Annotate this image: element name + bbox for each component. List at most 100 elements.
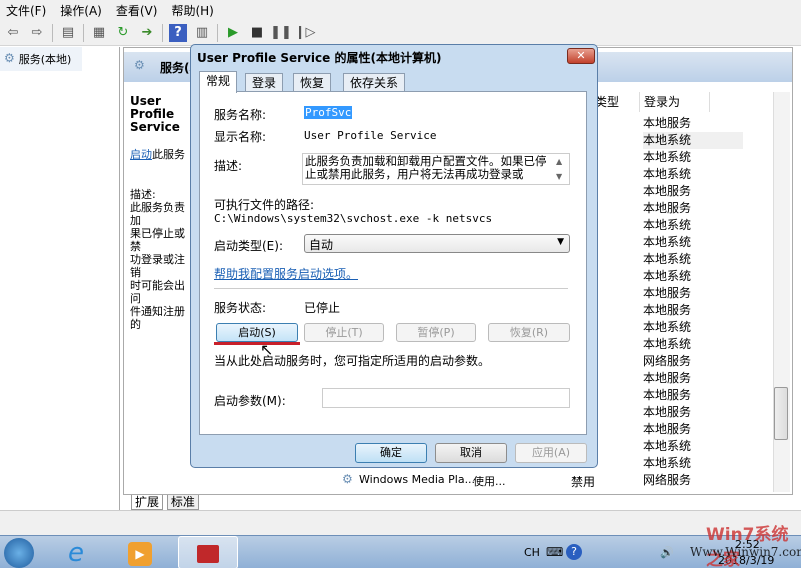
logon-cell[interactable]: 本地系统 xyxy=(643,149,743,166)
logon-cell[interactable]: 本地服务 xyxy=(643,183,743,200)
desc-line: 功登录或注销 xyxy=(130,253,185,279)
volume-icon[interactable]: 🔊 xyxy=(660,546,674,559)
start-button[interactable] xyxy=(4,538,34,568)
ie-icon[interactable]: e xyxy=(68,538,84,568)
properties-icon[interactable]: ▦ xyxy=(90,24,108,42)
tab-dependencies[interactable]: 依存关系 xyxy=(343,73,406,92)
pause-button[interactable]: 暂停(P) xyxy=(396,323,476,342)
logon-cell[interactable]: 网络服务 xyxy=(643,353,743,370)
logon-cell[interactable]: 本地系统 xyxy=(643,319,743,336)
logon-cell[interactable]: 本地服务 xyxy=(643,370,743,387)
logon-cell[interactable]: 本地系统 xyxy=(643,251,743,268)
service-title: User Profile Service xyxy=(130,94,180,134)
start-params-label: 启动参数(M): xyxy=(214,394,286,408)
highlight-underline xyxy=(214,342,300,345)
menu-file[interactable]: 文件(F) xyxy=(6,2,46,19)
path-value: C:\Windows\system32\svchost.exe -k netsv… xyxy=(214,212,493,225)
menu-action[interactable]: 操作(A) xyxy=(60,2,102,19)
logon-cell[interactable]: 本地服务 xyxy=(643,115,743,132)
menu-view[interactable]: 查看(V) xyxy=(116,2,158,19)
back-icon[interactable]: ⇦ xyxy=(4,24,22,42)
display-name-label: 显示名称: xyxy=(214,130,267,144)
general-panel: 服务名称: ProfSvc 显示名称: User Profile Service… xyxy=(199,91,587,435)
separator xyxy=(217,23,218,42)
pause-icon[interactable]: ❚❚ xyxy=(270,24,292,42)
service-status-label: 服务状态: xyxy=(214,301,267,315)
gear-icon: ⚙ xyxy=(134,58,145,72)
logon-cell[interactable]: 本地服务 xyxy=(643,285,743,302)
tab-standard[interactable]: 标准 xyxy=(166,495,199,510)
apply-button[interactable]: 应用(A) xyxy=(515,443,587,463)
logon-cell[interactable]: 本地系统 xyxy=(643,455,743,472)
logon-cell[interactable]: 本地服务 xyxy=(643,302,743,319)
restart-icon[interactable]: ❙▷ xyxy=(295,24,316,42)
view-tabs: 扩展 标准 xyxy=(123,493,423,510)
play-icon[interactable]: ▶ xyxy=(224,24,242,42)
tree-item-services-local[interactable]: ⚙ 服务(本地) xyxy=(0,47,82,71)
watermark-url: Www.Winwin7.com xyxy=(690,545,801,559)
help-tray-icon[interactable]: ? xyxy=(566,544,582,560)
service-name-label: 服务名称: xyxy=(214,108,267,122)
path-label: 可执行文件的路径: xyxy=(214,198,315,212)
export-icon[interactable]: ➔ xyxy=(138,24,156,42)
properties-dialog: User Profile Service 的属性(本地计算机) ✕ 常规 登录 … xyxy=(190,44,598,468)
logon-cell[interactable]: 本地系统 xyxy=(643,217,743,234)
menu-help[interactable]: 帮助(H) xyxy=(171,2,213,19)
start-button[interactable]: 启动(S) xyxy=(216,323,298,342)
logon-cell[interactable]: 本地系统 xyxy=(643,132,743,149)
language-indicator[interactable]: CH xyxy=(524,546,540,559)
help-icon[interactable]: ? xyxy=(169,23,187,42)
action-pane-icon[interactable]: ▥ xyxy=(193,24,211,42)
startup-type-label: 启动类型(E): xyxy=(214,239,283,253)
startup-type-value: 自动 xyxy=(309,238,334,252)
logon-cell[interactable]: 本地服务 xyxy=(643,421,743,438)
tab-logon[interactable]: 登录 xyxy=(245,73,284,92)
description-label: 描述: xyxy=(214,159,243,173)
service-name-value[interactable]: ProfSvc xyxy=(304,106,353,119)
logon-cell[interactable]: 本地系统 xyxy=(643,166,743,183)
stop-button[interactable]: 停止(T) xyxy=(304,323,384,342)
separator xyxy=(83,23,84,42)
toolbar: ⇦ ⇨ ▤ ▦ ↻ ➔ ? ▥ ▶ ■ ❚❚ ❙▷ xyxy=(0,20,801,46)
logon-cell[interactable]: 本地服务 xyxy=(643,200,743,217)
start-params-input[interactable] xyxy=(322,388,570,408)
logon-cell[interactable]: 网络服务 xyxy=(643,472,743,489)
tab-extended[interactable]: 扩展 xyxy=(131,495,164,510)
logon-cell[interactable]: 本地系统 xyxy=(643,234,743,251)
logon-cell[interactable]: 本地服务 xyxy=(643,404,743,421)
help-configure-link[interactable]: 帮助我配置服务启动选项。 xyxy=(214,265,358,282)
startup-type-select[interactable]: 自动 ▼ xyxy=(304,234,570,253)
service-status-value: 已停止 xyxy=(304,301,341,315)
desc-scroll-arrows[interactable]: ▲ ▼ xyxy=(556,154,562,184)
service-name-cell[interactable]: Windows Media Pla... xyxy=(359,473,475,486)
tab-general[interactable]: 常规 xyxy=(199,71,238,93)
service-description-panel: User Profile Service 启动此服务 描述: 此服务负责加 果已… xyxy=(124,82,194,492)
ok-button[interactable]: 确定 xyxy=(355,443,427,463)
logon-cell[interactable]: 本地系统 xyxy=(643,336,743,353)
tree-pane: ⚙ 服务(本地) xyxy=(0,47,120,510)
cancel-button[interactable]: 取消 xyxy=(435,443,507,463)
scrollbar-thumb[interactable] xyxy=(774,387,788,440)
tab-recovery[interactable]: 恢复 xyxy=(293,73,332,92)
keyboard-icon[interactable]: ⌨ xyxy=(546,545,563,559)
forward-icon[interactable]: ⇨ xyxy=(28,24,46,42)
media-player-icon[interactable]: ▶ xyxy=(128,542,152,566)
refresh-icon[interactable]: ↻ xyxy=(114,24,132,42)
display-name-value: User Profile Service xyxy=(304,129,437,142)
service-desc-cell: 使用... xyxy=(473,475,506,488)
services-taskbar-button[interactable] xyxy=(178,536,238,569)
chevron-down-icon: ▼ xyxy=(557,237,564,247)
desc-line: 时可能会出问 xyxy=(130,279,185,305)
show-tree-icon[interactable]: ▤ xyxy=(59,24,77,42)
resume-button[interactable]: 恢复(R) xyxy=(488,323,570,342)
description-textbox[interactable]: 此服务负责加载和卸载用户配置文件。如果已停止或禁用此服务，用户将无法再成功登录或 xyxy=(302,153,570,185)
logon-cell[interactable]: 本地服务 xyxy=(643,387,743,404)
logon-cell[interactable]: 本地系统 xyxy=(643,268,743,285)
stop-icon[interactable]: ■ xyxy=(248,24,266,42)
logon-cell[interactable]: 本地系统 xyxy=(643,438,743,455)
column-header-logon[interactable]: 登录为 xyxy=(640,92,710,112)
close-button[interactable]: ✕ xyxy=(567,48,595,64)
tree-item-label: 服务(本地) xyxy=(18,53,72,66)
start-service-link[interactable]: 启动 xyxy=(130,148,152,161)
taskbar: e ▶ CH ⌨ ? 🔊 2:52 2018/3/19 xyxy=(0,535,801,569)
